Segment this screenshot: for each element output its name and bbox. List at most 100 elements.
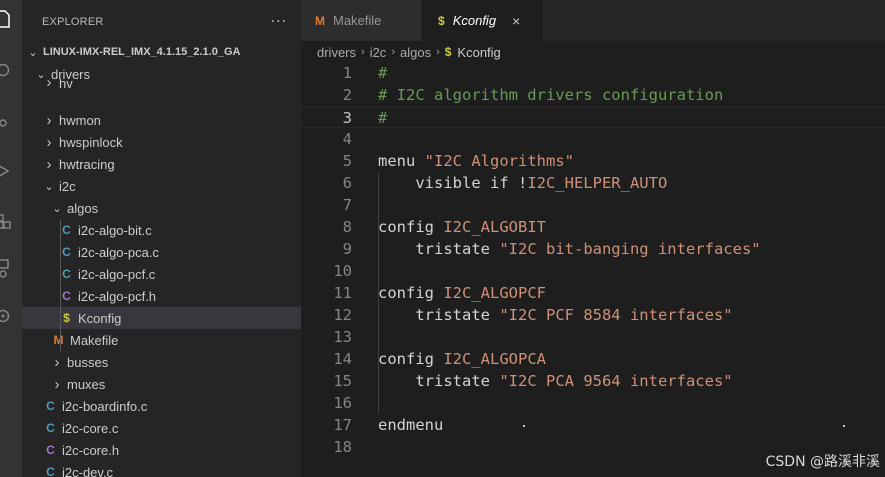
code-token: # xyxy=(378,64,388,82)
code-token: tristate xyxy=(378,240,500,258)
gear-icon[interactable] xyxy=(0,305,22,331)
tree-folder[interactable]: › hwspinlock xyxy=(22,131,301,153)
line-number: 8 xyxy=(342,218,352,236)
tab-kconfig[interactable]: $ Kconfig × xyxy=(422,0,542,41)
activity-bar xyxy=(0,0,22,477)
line-number: 13 xyxy=(333,328,352,346)
code-token: I2C_HELPER_AUTO xyxy=(527,174,668,192)
explorer-sidebar: EXPLORER ··· ⌄ LINUX-IMX-REL_IMX_4.1.15_… xyxy=(22,0,301,477)
tree-file[interactable]: M Makefile xyxy=(22,329,301,351)
tree-item-label: Kconfig xyxy=(78,310,122,326)
code-line: 15 tristate "I2C PCA 9564 interfaces" xyxy=(301,370,885,392)
tree-folder[interactable]: › hv xyxy=(22,79,301,91)
tree-file[interactable]: Ci2c-algo-pcf.c xyxy=(22,263,301,285)
line-text: config I2C_ALGOBIT xyxy=(378,216,546,238)
line-number: 7 xyxy=(342,196,352,214)
breadcrumb-item[interactable]: i2c xyxy=(370,45,387,60)
tree-file[interactable]: Ci2c-core.c xyxy=(22,417,301,439)
files-icon[interactable] xyxy=(0,8,22,34)
tree-folder[interactable]: › muxes xyxy=(22,373,301,395)
line-number: 5 xyxy=(342,152,352,170)
tree-item-label: i2c-algo-pca.c xyxy=(78,244,159,260)
tab-label: Makefile xyxy=(333,13,382,28)
c-file-icon: C xyxy=(46,421,55,435)
tree-folder[interactable]: ⌄ algos xyxy=(22,197,301,219)
tree-file[interactable]: Ci2c-algo-pcf.h xyxy=(22,285,301,307)
tree-file[interactable]: Ci2c-core.h xyxy=(22,439,301,461)
source-control-icon[interactable] xyxy=(0,112,22,138)
code-line: 17 endmenu xyxy=(301,414,885,436)
tree-folder[interactable]: ⌄ i2c xyxy=(22,175,301,197)
code-line: 2 # I2C algorithm drivers configuration xyxy=(301,84,885,106)
tree-folder[interactable]: › busses xyxy=(22,351,301,373)
code-token: visible if ! xyxy=(378,174,528,192)
tree-item-label: hwtracing xyxy=(59,156,115,172)
code-token: I2C_ALGOPCA xyxy=(443,350,546,368)
tree-item-label: i2c-algo-pcf.h xyxy=(78,288,157,304)
tree-folder[interactable]: › hwmon xyxy=(22,109,301,131)
tree-item-label: hwmon xyxy=(59,112,101,128)
chevron-right-icon: › xyxy=(46,133,52,151)
line-text: tristate "I2C PCA 9564 interfaces" xyxy=(378,370,732,392)
tree-file[interactable]: Ci2c-algo-pca.c xyxy=(22,241,301,263)
line-number: 6 xyxy=(342,174,352,192)
tree-item-label: i2c-core.h xyxy=(62,442,120,458)
run-debug-icon[interactable] xyxy=(0,160,22,186)
more-actions-icon[interactable]: ··· xyxy=(271,14,287,30)
indent-guide xyxy=(60,219,61,351)
workspace-root[interactable]: ⌄ LINUX-IMX-REL_IMX_4.1.15_2.1.0_GA xyxy=(22,41,301,63)
line-number: 16 xyxy=(333,394,352,412)
tree-file[interactable]: Ci2c-dev.c xyxy=(22,461,301,477)
tree-file[interactable]: $ Kconfig xyxy=(22,307,301,329)
line-text: tristate "I2C PCF 8584 interfaces" xyxy=(378,304,733,326)
breadcrumb-item[interactable]: algos xyxy=(400,45,431,60)
line-text: visible if !I2C_HELPER_AUTO xyxy=(378,172,667,194)
tree-item-label: i2c-boardinfo.c xyxy=(62,398,148,414)
code-line: 3 # xyxy=(301,106,885,128)
makefile-icon: M xyxy=(315,13,325,28)
tree-item-label: muxes xyxy=(67,376,106,392)
code-token: config xyxy=(378,284,444,302)
chevron-down-icon: ⌄ xyxy=(44,180,54,193)
code-token: "I2C bit-banging interfaces" xyxy=(499,240,761,258)
c-file-icon: C xyxy=(46,465,55,477)
tree-file[interactable]: Ci2c-boardinfo.c xyxy=(22,395,301,417)
explorer-header: EXPLORER ··· xyxy=(22,0,301,44)
line-text: # xyxy=(378,62,387,84)
chevron-right-icon: › xyxy=(436,46,440,58)
search-icon[interactable] xyxy=(0,60,22,86)
code-token: "I2C Algorithms" xyxy=(424,152,574,170)
breadcrumb-item[interactable]: Kconfig xyxy=(457,45,500,60)
tree-item-label: i2c-dev.c xyxy=(62,464,114,477)
code-line: 9 tristate "I2C bit-banging interfaces" xyxy=(301,238,885,260)
remote-icon[interactable] xyxy=(0,258,22,284)
line-text: # xyxy=(378,107,387,129)
line-number: 1 xyxy=(342,64,352,82)
tree-item-label: i2c xyxy=(59,178,76,194)
line-number: 14 xyxy=(333,350,352,368)
workspace-root-label: LINUX-IMX-REL_IMX_4.1.15_2.1.0_GA xyxy=(43,46,241,58)
code-token: "I2C PCF 8584 interfaces" xyxy=(499,306,733,324)
watermark: CSDN @路溪非溪 xyxy=(765,454,880,470)
extensions-icon[interactable] xyxy=(0,210,22,236)
code-token: menu xyxy=(378,152,425,170)
line-text: # I2C algorithm drivers configuration xyxy=(378,84,723,106)
decorative-dot xyxy=(843,425,845,427)
code-line: 7 xyxy=(301,194,885,216)
tree-item-label: busses xyxy=(67,354,109,370)
tree-item-label: hv xyxy=(59,79,73,91)
line-number: 15 xyxy=(333,372,352,390)
code-line: 14 config I2C_ALGOPCA xyxy=(301,348,885,370)
line-number: 12 xyxy=(333,306,352,324)
tab-makefile[interactable]: M Makefile xyxy=(301,0,421,41)
code-line: 8 config I2C_ALGOBIT xyxy=(301,216,885,238)
code-token: tristate xyxy=(378,372,500,390)
tree-folder[interactable]: › hwtracing xyxy=(22,153,301,175)
line-text: tristate "I2C bit-banging interfaces" xyxy=(378,238,761,260)
breadcrumb-item[interactable]: drivers xyxy=(317,45,356,60)
chevron-down-icon: ⌄ xyxy=(52,202,62,215)
tree-item-label: Makefile xyxy=(70,332,119,348)
chevron-right-icon: › xyxy=(54,375,60,393)
close-icon[interactable]: × xyxy=(512,13,520,29)
tree-file[interactable]: Ci2c-algo-bit.c xyxy=(22,219,301,241)
